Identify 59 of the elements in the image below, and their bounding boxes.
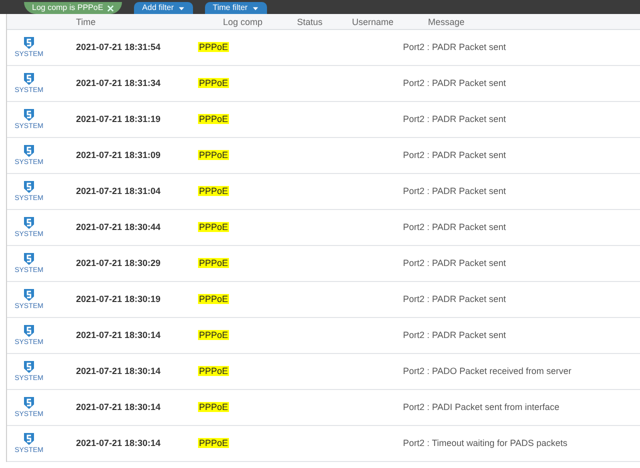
filter-dropdown-button[interactable]: Add filter	[134, 2, 193, 14]
log-comp-cell: PPPoE	[198, 258, 230, 268]
time-cell: 2021-07-21 18:30:14	[76, 330, 161, 340]
time-cell: 2021-07-21 18:30:14	[76, 402, 161, 412]
shield-icon	[24, 216, 34, 228]
time-cell: 2021-07-21 18:30:19	[76, 294, 161, 304]
message-cell: Port2 : PADR Packet sent	[403, 114, 506, 124]
log-comp-cell: PPPoE	[198, 78, 230, 88]
column-header[interactable]: Username	[352, 15, 394, 29]
caret-icon	[178, 4, 185, 12]
log-comp-cell: PPPoE	[198, 186, 230, 196]
shield-icon	[24, 72, 34, 84]
log-comp-cell: PPPoE	[198, 330, 230, 340]
log-comp-cell: PPPoE	[198, 366, 230, 376]
column-header[interactable]: Message	[428, 15, 465, 29]
log-comp-cell: PPPoE	[198, 114, 230, 124]
shield-icon	[24, 144, 34, 156]
message-cell: Port2 : Timeout waiting for PADS packets	[403, 438, 568, 448]
time-cell: 2021-07-21 18:30:29	[76, 258, 161, 268]
shield-icon	[24, 324, 34, 336]
time-cell: 2021-07-21 18:30:14	[76, 366, 161, 376]
shield-icon	[24, 288, 34, 300]
filter-dropdown-button[interactable]: Time filter	[204, 2, 267, 14]
log-comp-cell: PPPoE	[198, 438, 230, 448]
time-cell: 2021-07-21 18:31:34	[76, 78, 161, 88]
log-comp-cell: PPPoE	[198, 222, 230, 232]
time-cell: 2021-07-21 18:30:44	[76, 222, 161, 232]
message-cell: Port2 : PADR Packet sent	[403, 42, 506, 52]
message-cell: Port2 : PADR Packet sent	[403, 294, 506, 304]
message-cell: Port2 : PADR Packet sent	[403, 258, 506, 268]
time-cell: 2021-07-21 18:31:09	[76, 150, 161, 160]
filter-chip[interactable]: Log comp is PPPoE	[24, 2, 122, 14]
shield-icon	[24, 432, 34, 444]
message-cell: Port2 : PADR Packet sent	[403, 150, 506, 160]
log-comp-cell: PPPoE	[198, 402, 230, 412]
shield-icon	[24, 108, 34, 120]
column-header[interactable]: Status	[297, 15, 323, 29]
caret-icon	[252, 4, 259, 12]
message-cell: Port2 : PADR Packet sent	[403, 222, 506, 232]
time-cell: 2021-07-21 18:31:19	[76, 114, 161, 124]
message-cell: Port2 : PADR Packet sent	[403, 186, 506, 196]
time-cell: 2021-07-21 18:31:04	[76, 186, 161, 196]
shield-icon	[24, 360, 34, 372]
column-header[interactable]: Log comp	[223, 15, 263, 29]
log-comp-cell: PPPoE	[198, 294, 230, 304]
message-cell: Port2 : PADR Packet sent	[403, 78, 506, 88]
message-cell: Port2 : PADI Packet sent from interface	[403, 402, 560, 412]
shield-icon	[24, 396, 34, 408]
log-comp-cell: PPPoE	[198, 42, 230, 52]
close-icon	[107, 4, 114, 12]
shield-icon	[24, 36, 34, 48]
shield-icon	[24, 252, 34, 264]
shield-icon	[24, 180, 34, 192]
time-cell: 2021-07-21 18:30:14	[76, 438, 161, 448]
log-comp-cell: PPPoE	[198, 150, 230, 160]
message-cell: Port2 : PADR Packet sent	[403, 330, 506, 340]
message-cell: Port2 : PADO Packet received from server	[403, 366, 572, 376]
time-cell: 2021-07-21 18:31:54	[76, 42, 161, 52]
column-header[interactable]: Time	[76, 15, 96, 29]
